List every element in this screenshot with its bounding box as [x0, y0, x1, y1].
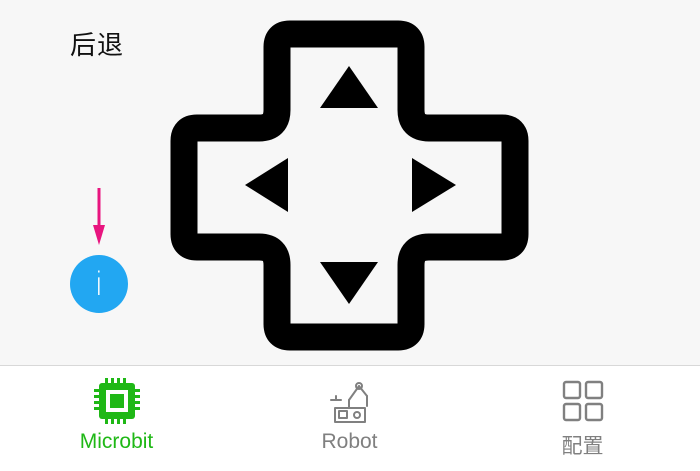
tab-config[interactable]: 配置	[466, 366, 699, 471]
robot-arm-icon	[329, 382, 368, 423]
chip-icon	[93, 378, 140, 424]
info-icon: i	[94, 265, 104, 303]
tab-robot[interactable]: Robot	[233, 366, 466, 471]
tab-bar: Microbit Robot 配置	[0, 365, 700, 471]
tab-microbit[interactable]: Microbit	[0, 366, 233, 471]
tab-label-config: 配置	[561, 435, 604, 458]
grid-icon	[562, 380, 603, 422]
control-panel: 后退 i	[0, 0, 700, 365]
tab-label-robot: Robot	[321, 430, 378, 453]
info-button[interactable]: i	[70, 255, 128, 313]
tab-label-microbit: Microbit	[79, 430, 154, 453]
